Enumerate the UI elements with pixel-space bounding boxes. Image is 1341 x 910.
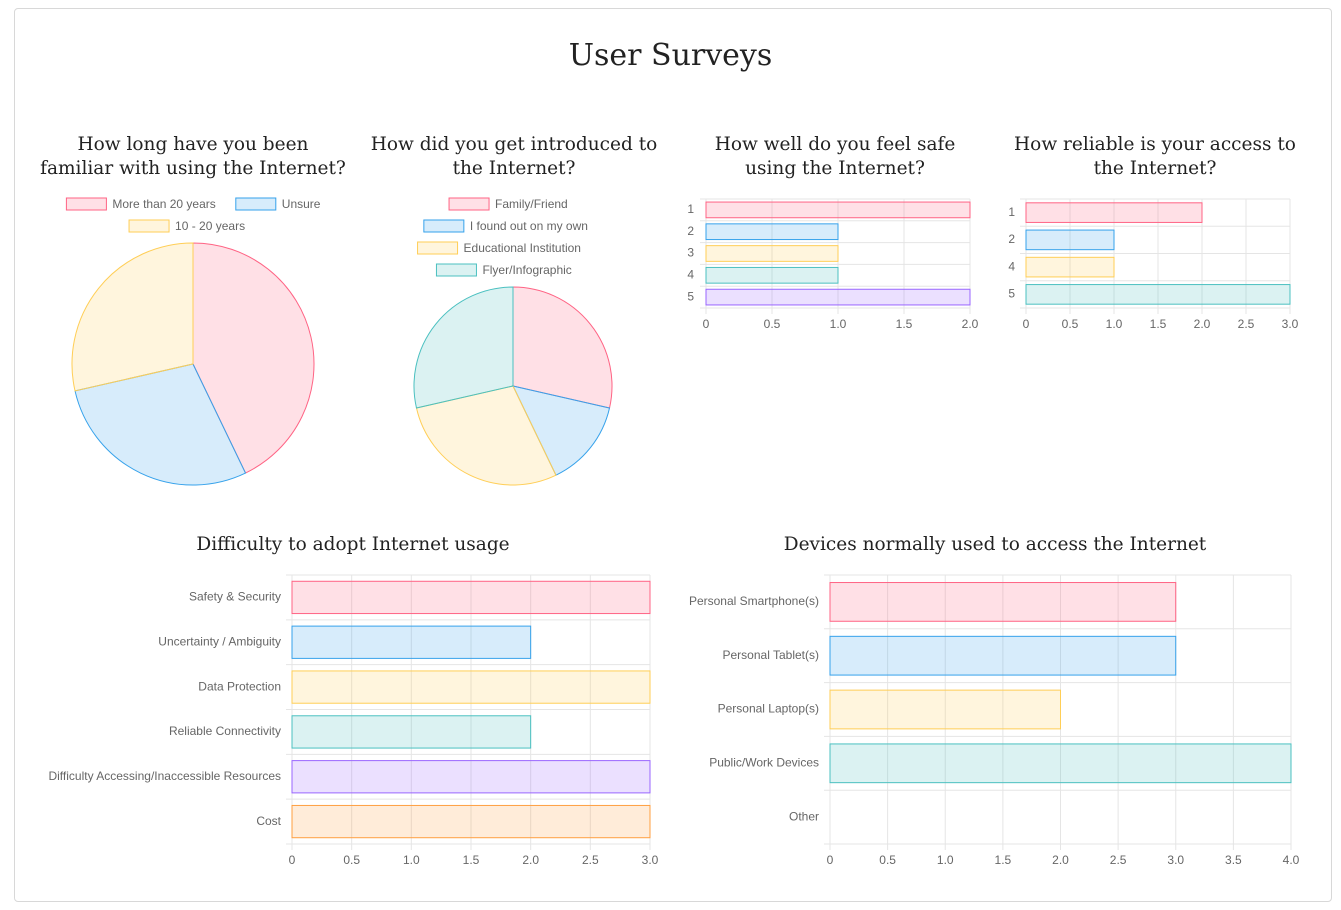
chart-title-reliable: How reliable is your access to the Inter… — [1014, 134, 1296, 179]
chart-title-devices: Devices normally used to access the Inte… — [783, 534, 1207, 555]
chart-title-familiar: How long have you been familiar with usi… — [40, 134, 346, 179]
chart-title-difficulty: Difficulty to adopt Internet usage — [196, 534, 510, 555]
chart-title-safe: How well do you feel safe using the Inte… — [714, 134, 956, 179]
page-title: User Surveys — [568, 38, 773, 73]
chart-title-introduced: How did you get introduced to the Intern… — [370, 134, 658, 179]
